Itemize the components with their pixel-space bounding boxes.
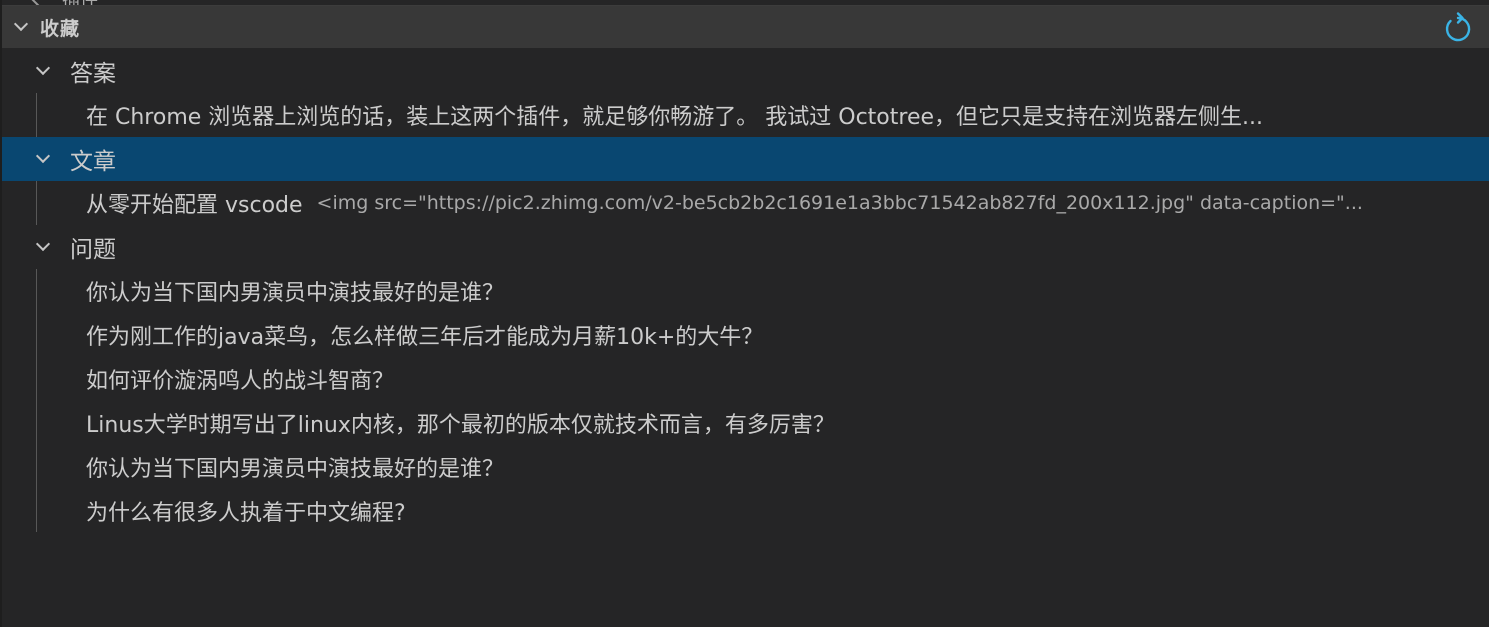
tree-item-article[interactable]: 从零开始配置 vscode <img src="https://pic2.zhi… — [2, 181, 1489, 225]
question-item-label: 你认为当下国内男演员中演技最好的是谁？ — [86, 281, 505, 306]
article-item-label: 从零开始配置 vscode — [86, 193, 303, 218]
refresh-icon[interactable] — [1441, 10, 1475, 44]
chevron-down-icon — [35, 148, 51, 164]
tree-item-question[interactable]: 你认为当下国内男演员中演技最好的是谁？ — [2, 445, 1489, 489]
question-item-label: Linus大学时期写出了linux内核，那个最初的版本仅就技术而言，有多厉害？ — [86, 413, 835, 438]
tree-item-question[interactable]: Linus大学时期写出了linux内核，那个最初的版本仅就技术而言，有多厉害？ — [2, 401, 1489, 445]
tree-group-articles[interactable]: 文章 — [2, 137, 1489, 181]
chevron-down-icon — [13, 16, 29, 32]
tree-item-question[interactable]: 作为刚工作的java菜鸟，怎么样做三年后才能成为月薪10k+的大牛？ — [2, 313, 1489, 357]
answer-item-label: 在 Chrome 浏览器上浏览的话，装上这两个插件，就足够你畅游了。 我试过 O… — [86, 105, 1264, 130]
group-label-answers: 答案 — [70, 61, 116, 87]
question-item-label: 作为刚工作的java菜鸟，怎么样做三年后才能成为月薪10k+的大牛？ — [86, 325, 764, 350]
question-item-label: 你认为当下国内男演员中演技最好的是谁？ — [86, 457, 505, 482]
tree-item-question[interactable]: 为什么有很多人执着于中文编程? — [2, 489, 1489, 533]
group-label-articles: 文章 — [70, 149, 116, 175]
chevron-down-icon — [35, 60, 51, 76]
tree-item-question[interactable]: 如何评价漩涡鸣人的战斗智商？ — [2, 357, 1489, 401]
tree-group-questions[interactable]: 问题 — [2, 225, 1489, 269]
tree-item-answer[interactable]: 在 Chrome 浏览器上浏览的话，装上这两个插件，就足够你畅游了。 我试过 O… — [2, 93, 1489, 137]
section-title: 收藏 — [40, 17, 81, 40]
question-item-label: 为什么有很多人执着于中文编程? — [86, 501, 406, 526]
question-item-label: 如何评价漩涡鸣人的战斗智商？ — [86, 369, 395, 394]
article-item-description: <img src="https://pic2.zhimg.com/v2-be5c… — [316, 192, 1363, 214]
tree-group-answers[interactable]: 答案 — [2, 49, 1489, 93]
favorites-panel: 插件 收藏 答案 在 Chrome 浏览器上浏览的话，装上这两个插件，就足够你畅… — [0, 0, 1489, 627]
tree-item-question[interactable]: 你认为当下国内男演员中演技最好的是谁？ — [2, 269, 1489, 313]
favorites-section-header[interactable]: 收藏 — [2, 5, 1489, 48]
group-label-questions: 问题 — [70, 237, 116, 263]
chevron-down-icon — [35, 236, 51, 252]
